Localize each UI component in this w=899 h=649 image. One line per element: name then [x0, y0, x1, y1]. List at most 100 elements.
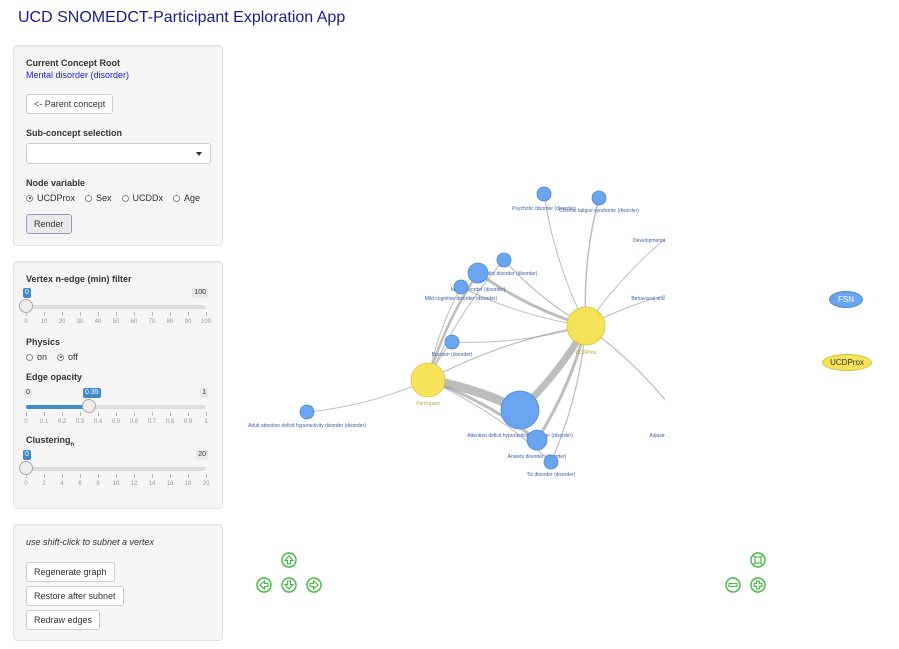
slider-tick-label: 14: [148, 481, 156, 487]
slider-tick-label: 16: [166, 481, 174, 487]
graph-node-ucdprox[interactable]: [566, 306, 606, 346]
nav-left-icon[interactable]: [256, 577, 272, 593]
graph-node-anxiety[interactable]: [526, 429, 548, 451]
slider-tick-mark: [206, 312, 207, 316]
restore-after-subnet-button[interactable]: Restore after subnet: [26, 586, 124, 606]
slider-tick-mark: [188, 312, 189, 316]
slider-tick-label: 80: [166, 319, 174, 325]
render-button[interactable]: Render: [26, 214, 72, 234]
radio-ucddx[interactable]: UCDDx: [121, 193, 163, 203]
filters-panel: Vertex n-edge (min) filter 0 100 0 10 20 30…: [13, 261, 223, 509]
vertex-filter-max: 100: [192, 288, 208, 298]
slider-tick-mark: [26, 412, 27, 416]
graph-node-personality[interactable]: [496, 252, 512, 268]
slider-tick-mark: [80, 474, 81, 478]
subnet-hint: use shift-click to subnet a vertex: [26, 537, 155, 547]
graph-node-tic[interactable]: [543, 454, 559, 470]
legend-ucdprox: UCDProx: [822, 354, 872, 371]
edge-opacity-handle[interactable]: [82, 399, 96, 413]
vertex-filter-handle[interactable]: [19, 299, 33, 313]
node-variable-label: Node variable: [26, 178, 86, 188]
graph-node-label: Adjustment disorder (disorder): [649, 433, 665, 439]
graph-node-fatigue[interactable]: [591, 190, 607, 206]
slider-tick-label: 0: [24, 319, 28, 325]
slider-tick-mark: [98, 312, 99, 316]
clustering-value: 0: [23, 450, 31, 460]
network-graph[interactable]: Psychotic disorder (disorder)Chronic fat…: [235, 160, 665, 490]
nav-right-icon[interactable]: [306, 577, 322, 593]
graph-node-label: Attention deficit hyperactivity disorder…: [467, 433, 573, 439]
slider-tick-mark: [44, 312, 45, 316]
radio-sex[interactable]: Sex: [85, 193, 112, 203]
graph-edge: [306, 379, 429, 413]
slider-tick-label: 10: [112, 481, 120, 487]
slider-tick-mark: [116, 474, 117, 478]
node-variable-radios: UCDProx Sex UCDDx Age: [26, 193, 200, 203]
graph-node-psychotic[interactable]: [536, 186, 552, 202]
slider-tick-label: 0.1: [39, 419, 49, 425]
slider-tick-label: 90: [184, 319, 192, 325]
slider-tick-mark: [44, 412, 45, 416]
nav-up-icon[interactable]: [281, 552, 297, 568]
actions-panel: use shift-click to subnet a vertex Regen…: [13, 524, 223, 641]
clustering-handle[interactable]: [19, 461, 33, 475]
slider-tick-mark: [98, 412, 99, 416]
radio-icon: [26, 353, 33, 361]
slider-tick-label: 20: [58, 319, 66, 325]
slider-tick-mark: [188, 474, 189, 478]
graph-node-bruxism[interactable]: [444, 334, 460, 350]
slider-tick-mark: [152, 412, 153, 416]
redraw-edges-button[interactable]: Redraw edges: [26, 610, 101, 630]
graph-node-participant[interactable]: [410, 362, 446, 398]
slider-tick-mark: [152, 474, 153, 478]
edge-opacity-value: 0.35: [83, 388, 101, 398]
graph-nodes[interactable]: Psychotic disorder (disorder)Chronic fat…: [248, 186, 665, 478]
graph-node-mood[interactable]: [467, 262, 489, 284]
slider-tick-label: 10: [40, 319, 48, 325]
slider-tick-mark: [62, 312, 63, 316]
radio-physics-off[interactable]: off: [57, 352, 78, 362]
radio-icon: [121, 194, 129, 202]
slider-tick-mark: [116, 312, 117, 316]
fit-view-icon[interactable]: [750, 552, 766, 568]
nav-down-icon[interactable]: [281, 577, 297, 593]
radio-physics-on[interactable]: on: [26, 352, 47, 362]
slider-tick-mark: [134, 474, 135, 478]
slider-tick-label: 0.6: [129, 419, 139, 425]
slider-tick-mark: [116, 412, 117, 416]
zoom-out-icon[interactable]: [725, 577, 741, 593]
legend-fsn: FSN: [829, 291, 863, 308]
slider-tick-label: 12: [130, 481, 138, 487]
slider-tick-label: 0: [24, 481, 28, 487]
slider-tick-label: 20: [202, 481, 210, 487]
radio-icon: [173, 194, 181, 202]
graph-node-mild_cognitive[interactable]: [453, 279, 469, 295]
slider-tick-mark: [206, 474, 207, 478]
slider-tick-mark: [62, 474, 63, 478]
graph-node-label: Chronic fatigue syndrome (disorder): [559, 208, 639, 214]
graph-node-label: Bruxism (disorder): [432, 352, 473, 358]
regenerate-graph-button[interactable]: Regenerate graph: [26, 562, 115, 582]
physics-label: Physics: [26, 337, 61, 347]
slider-tick-label: 40: [94, 319, 102, 325]
parent-concept-button[interactable]: <- Parent concept: [26, 94, 114, 114]
edge-opacity-ticks: 0 0.1 0.2 0.3 0.4 0.5 0.6 0.7 0.8 0.9 1: [24, 412, 208, 427]
slider-tick-mark: [134, 312, 135, 316]
graph-edge: [451, 325, 587, 343]
slider-tick-label: 4: [60, 481, 64, 487]
subconcept-select[interactable]: [26, 143, 211, 164]
slider-tick-label: 1: [204, 419, 208, 425]
graph-node-label: Adult attention deficit hyperactivity di…: [248, 423, 366, 429]
radio-age[interactable]: Age: [173, 193, 200, 203]
graph-node-adhd_adult[interactable]: [299, 404, 315, 420]
zoom-in-icon[interactable]: [750, 577, 766, 593]
slider-tick-mark: [134, 412, 135, 416]
radio-ucdprox[interactable]: UCDProx: [26, 193, 75, 203]
slider-tick-mark: [80, 412, 81, 416]
graph-node-adhd[interactable]: [500, 390, 540, 430]
vertex-filter-label: Vertex n-edge (min) filter: [26, 274, 132, 284]
app-title: UCD SNOMEDCT-Participant Exploration App: [18, 9, 346, 26]
slider-tick-mark: [44, 474, 45, 478]
concept-root-label: Current Concept Root: [26, 58, 120, 68]
graph-node-label: Developmental mental disorder (disorder): [633, 238, 665, 244]
